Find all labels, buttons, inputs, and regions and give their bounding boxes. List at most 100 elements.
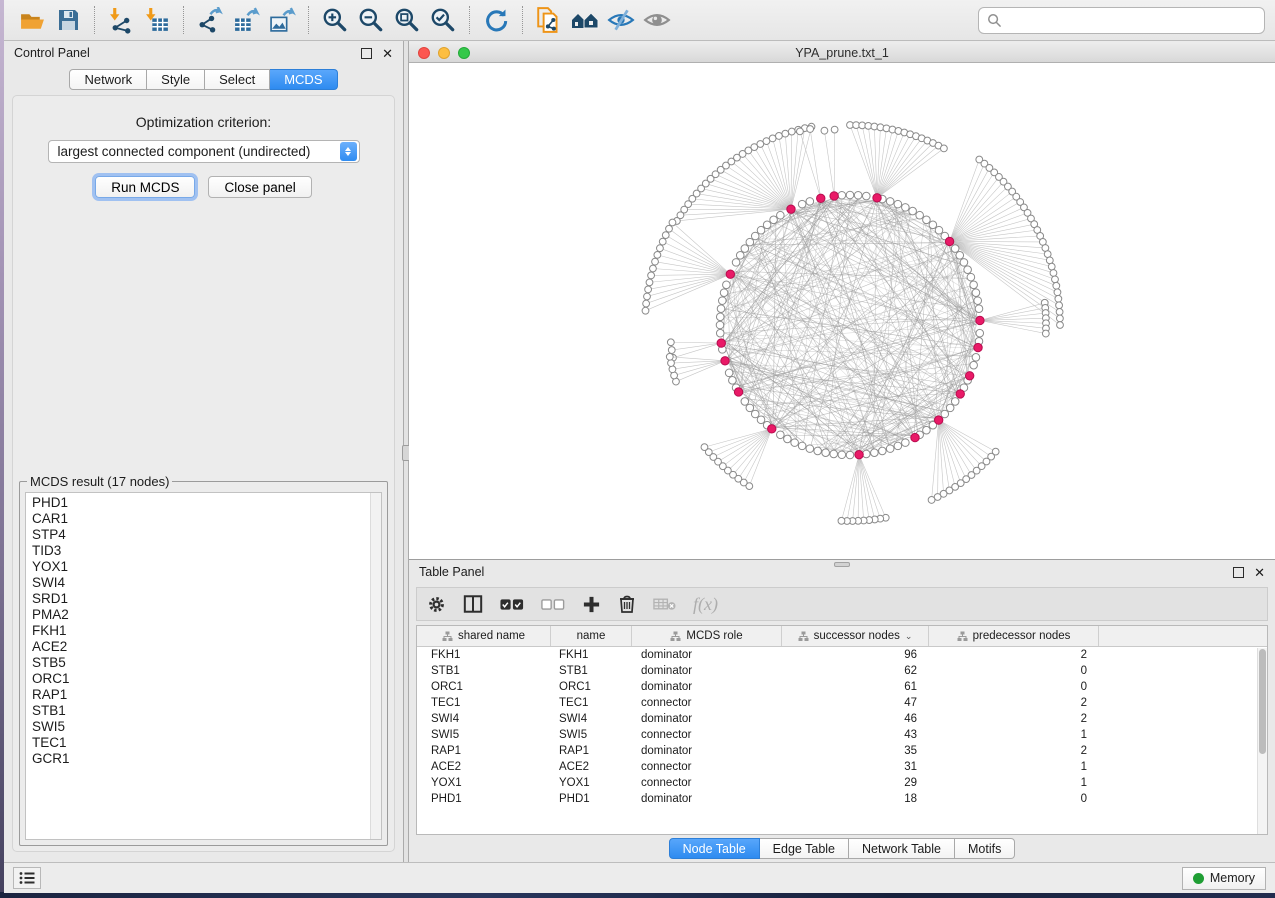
table-row[interactable]: ORC1ORC1dominator610 [417,679,1267,695]
graph-leaf-node[interactable] [644,293,651,300]
table-cell[interactable]: 31 [782,761,929,773]
graph-node[interactable] [741,398,749,406]
table-cell[interactable]: 18 [782,793,929,805]
table-cell[interactable]: 61 [782,681,929,693]
table-cell[interactable]: TEC1 [551,697,632,709]
mcds-result-listbox[interactable]: PHD1CAR1STP4TID3YOX1SWI4SRD1PMA2FKH1ACE2… [25,492,382,840]
search-box[interactable] [978,7,1265,34]
table-cell[interactable]: connector [632,697,782,709]
table-row[interactable]: RAP1RAP1dominator352 [417,743,1267,759]
table-cell[interactable]: FKH1 [551,649,632,661]
table-scrollbar-thumb[interactable] [1259,649,1266,754]
table-cell[interactable]: dominator [632,665,782,677]
graph-mcds-node[interactable] [721,357,729,365]
table-cell[interactable]: RAP1 [551,745,632,757]
mcds-result-item[interactable]: STP4 [32,527,381,543]
table-cell[interactable]: PHD1 [551,793,632,805]
graph-leaf-node[interactable] [831,126,838,133]
table-cell[interactable]: dominator [632,649,782,661]
graph-mcds-node[interactable] [965,372,973,380]
table-cell[interactable]: 43 [782,729,929,741]
graph-leaf-node[interactable] [666,225,673,232]
export-network-button[interactable] [192,4,228,36]
refresh-view-button[interactable] [478,4,514,36]
graph-mcds-node[interactable] [787,205,795,213]
graph-node[interactable] [720,289,728,297]
table-cell[interactable]: 0 [929,665,1099,677]
graph-node[interactable] [741,245,749,253]
graph-leaf-node[interactable] [769,135,776,142]
select-all-button[interactable] [500,598,524,611]
column-header-mcds-role[interactable]: MCDS role [632,626,782,646]
graph-leaf-node[interactable] [652,258,659,265]
mcds-result-item[interactable]: SWI4 [32,575,381,591]
graph-mcds-node[interactable] [734,388,742,396]
graph-mcds-node[interactable] [817,194,825,202]
mcds-result-item[interactable]: TID3 [32,543,381,559]
table-cell[interactable]: 1 [929,777,1099,789]
table-row[interactable]: ACE2ACE2connector311 [417,759,1267,775]
tab-motifs[interactable]: Motifs [955,838,1015,859]
table-row[interactable]: STB1STB1dominator620 [417,663,1267,679]
table-cell[interactable]: SWI5 [551,729,632,741]
export-image-button[interactable] [264,4,300,36]
network-graph[interactable] [409,63,1273,559]
graph-node[interactable] [717,305,725,313]
table-cell[interactable]: YOX1 [551,777,632,789]
graph-node[interactable] [916,211,924,219]
graph-mcds-node[interactable] [873,194,881,202]
graph-node[interactable] [751,410,759,418]
graph-mcds-node[interactable] [717,339,725,347]
mcds-result-item[interactable]: STB1 [32,703,381,719]
mcds-result-item[interactable]: GCR1 [32,751,381,767]
graph-node[interactable] [879,447,887,455]
graph-node[interactable] [806,198,814,206]
graph-leaf-node[interactable] [838,517,845,524]
graph-node[interactable] [951,245,959,253]
graph-node[interactable] [970,281,978,289]
graph-leaf-node[interactable] [669,219,676,226]
graph-leaf-node[interactable] [1056,308,1063,315]
graph-node[interactable] [854,191,862,199]
table-cell[interactable]: 47 [782,697,929,709]
table-cell[interactable]: 2 [929,649,1099,661]
graph-node[interactable] [975,305,983,313]
mcds-result-item[interactable]: PMA2 [32,607,381,623]
graph-node[interactable] [719,297,727,305]
table-cell[interactable]: dominator [632,793,782,805]
graph-node[interactable] [784,435,792,443]
show-column-button[interactable] [463,594,483,614]
table-cell[interactable]: connector [632,729,782,741]
zoom-in-button[interactable] [317,4,353,36]
graph-node[interactable] [871,449,879,457]
graph-node[interactable] [791,439,799,447]
float-panel-icon[interactable] [361,48,372,59]
graph-mcds-node[interactable] [945,237,953,245]
graph-leaf-node[interactable] [1042,330,1049,337]
graph-node[interactable] [806,445,814,453]
table-row[interactable]: SWI5SWI5connector431 [417,727,1267,743]
graph-node[interactable] [964,266,972,274]
graph-node[interactable] [757,226,765,234]
graph-node[interactable] [838,451,846,459]
graph-node[interactable] [838,191,846,199]
graph-leaf-node[interactable] [928,497,935,504]
mcds-result-item[interactable]: TEC1 [32,735,381,751]
graph-leaf-node[interactable] [646,279,653,286]
graph-node[interactable] [757,416,765,424]
graph-leaf-node[interactable] [1052,276,1059,283]
graph-mcds-node[interactable] [911,433,919,441]
graph-node[interactable] [960,259,968,267]
show-task-history-button[interactable] [13,867,41,889]
graph-node[interactable] [941,410,949,418]
delete-table-button[interactable] [653,597,676,611]
graph-node[interactable] [777,431,785,439]
graph-leaf-node[interactable] [701,444,708,451]
table-cell[interactable]: 2 [929,745,1099,757]
graph-node[interactable] [716,329,724,337]
table-cell[interactable]: ORC1 [417,681,551,693]
zoom-selected-button[interactable] [425,4,461,36]
graph-node[interactable] [974,297,982,305]
graph-leaf-node[interactable] [662,232,669,239]
graph-leaf-node[interactable] [797,128,804,135]
